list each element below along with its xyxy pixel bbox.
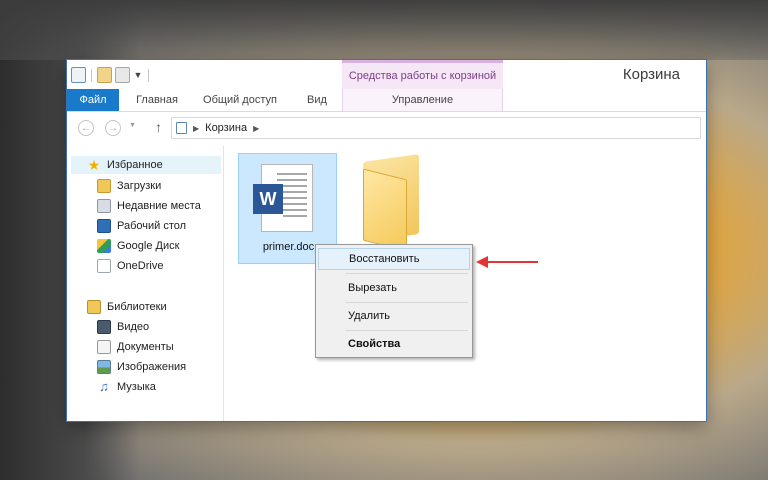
nav-item-onedrive[interactable]: OneDrive bbox=[97, 257, 163, 275]
nav-favorites[interactable]: ★ Избранное bbox=[71, 156, 221, 174]
title-bar: ▼ Средства работы с корзиной Корзина bbox=[67, 60, 706, 89]
breadcrumb-chevron-icon[interactable]: ▶ bbox=[193, 124, 199, 133]
annotation-arrow bbox=[482, 261, 538, 263]
window-title: Корзина bbox=[622, 66, 680, 83]
nav-item-recent-places[interactable]: Недавние места bbox=[97, 197, 201, 215]
nav-item-desktop[interactable]: Рабочий стол bbox=[97, 217, 186, 235]
libraries-icon bbox=[87, 300, 101, 314]
properties-icon[interactable] bbox=[97, 67, 112, 83]
tab-home[interactable]: Главная bbox=[127, 89, 187, 111]
tab-manage[interactable]: Управление bbox=[342, 89, 503, 111]
nav-label: Изображения bbox=[117, 361, 187, 373]
back-button[interactable]: ← bbox=[78, 120, 94, 136]
nav-label: Избранное bbox=[107, 159, 163, 171]
new-folder-icon[interactable] bbox=[115, 67, 130, 83]
address-bar[interactable]: ▶ Корзина ▶ bbox=[171, 117, 701, 139]
navigation-pane: ★ Избранное Загрузки Недавние места Рабо… bbox=[67, 146, 224, 421]
menu-item-cut[interactable]: Вырезать bbox=[318, 277, 470, 299]
nav-label: Документы bbox=[117, 341, 174, 353]
nav-label: Музыка bbox=[117, 381, 156, 393]
doc-line bbox=[277, 179, 307, 181]
background-blur-top bbox=[0, 0, 768, 60]
doc-line bbox=[283, 197, 307, 199]
menu-separator bbox=[346, 302, 468, 303]
nav-libraries[interactable]: Библиотеки bbox=[87, 298, 167, 316]
recent-places-icon bbox=[97, 199, 111, 213]
annotation-arrow-head-icon bbox=[476, 256, 488, 268]
music-icon: ♫ bbox=[99, 379, 109, 394]
nav-label: Видео bbox=[117, 321, 150, 333]
recent-locations-dropdown[interactable]: ▼ bbox=[129, 122, 136, 129]
explorer-window: ▼ Средства работы с корзиной Корзина Фай… bbox=[67, 60, 706, 421]
nav-label: Рабочий стол bbox=[117, 220, 187, 232]
nav-item-music[interactable]: ♫ Музыка bbox=[97, 378, 156, 396]
google-drive-icon bbox=[97, 239, 111, 253]
tab-file[interactable]: Файл bbox=[67, 89, 119, 111]
menu-separator bbox=[346, 273, 468, 274]
documents-icon bbox=[97, 340, 111, 354]
nav-item-google-drive[interactable]: Google Диск bbox=[97, 237, 179, 255]
nav-item-downloads[interactable]: Загрузки bbox=[97, 177, 161, 195]
context-menu: Восстановить Вырезать Удалить Свойства bbox=[315, 244, 473, 358]
up-arrow-icon: ↑ bbox=[155, 119, 162, 135]
nav-item-documents[interactable]: Документы bbox=[97, 338, 174, 356]
up-button[interactable]: ↑ bbox=[155, 119, 162, 135]
quick-access-toolbar: ▼ bbox=[71, 66, 151, 84]
doc-line bbox=[283, 203, 307, 205]
nav-label: Библиотеки bbox=[107, 301, 167, 313]
nav-label: OneDrive bbox=[117, 260, 164, 272]
video-icon bbox=[97, 320, 111, 334]
menu-item-restore[interactable]: Восстановить bbox=[318, 248, 470, 270]
menu-separator bbox=[346, 330, 468, 331]
customize-toolbar-icon[interactable]: ▼ bbox=[133, 70, 143, 80]
contextual-tab-group: Средства работы с корзиной bbox=[342, 60, 503, 89]
doc-line bbox=[283, 209, 307, 211]
back-arrow-icon: ← bbox=[81, 122, 91, 134]
nav-label: Google Диск bbox=[117, 240, 180, 252]
breadcrumb-item[interactable]: Корзина bbox=[205, 122, 247, 134]
folder-front-flap bbox=[363, 168, 407, 252]
breadcrumb-chevron-icon[interactable]: ▶ bbox=[253, 124, 259, 133]
nav-label: Недавние места bbox=[117, 200, 201, 212]
recycle-bin-small-icon bbox=[176, 122, 187, 134]
forward-arrow-icon: → bbox=[108, 122, 118, 134]
word-logo-icon: W bbox=[253, 184, 283, 214]
menu-item-properties[interactable]: Свойства bbox=[318, 333, 470, 355]
nav-label: Загрузки bbox=[117, 180, 162, 192]
menu-item-delete[interactable]: Удалить bbox=[318, 305, 470, 327]
ribbon-tabs: Файл Главная Общий доступ Вид Управление bbox=[67, 89, 706, 112]
pictures-icon bbox=[97, 360, 111, 374]
doc-line bbox=[277, 173, 307, 175]
onedrive-icon bbox=[97, 259, 111, 273]
downloads-icon bbox=[97, 179, 111, 193]
doc-line bbox=[283, 215, 307, 217]
nav-item-video[interactable]: Видео bbox=[97, 318, 149, 336]
toolbar-divider bbox=[148, 68, 149, 82]
navigation-bar: ← → ▼ ↑ ▶ Корзина ▶ bbox=[67, 112, 706, 146]
star-icon: ★ bbox=[87, 157, 101, 173]
nav-item-pictures[interactable]: Изображения bbox=[97, 358, 186, 376]
forward-button[interactable]: → bbox=[105, 120, 121, 136]
toolbar-divider bbox=[91, 68, 92, 82]
desktop-icon bbox=[97, 219, 111, 233]
tab-view[interactable]: Вид bbox=[297, 89, 337, 111]
tab-share[interactable]: Общий доступ bbox=[194, 89, 286, 111]
recycle-bin-small-icon bbox=[71, 67, 86, 83]
